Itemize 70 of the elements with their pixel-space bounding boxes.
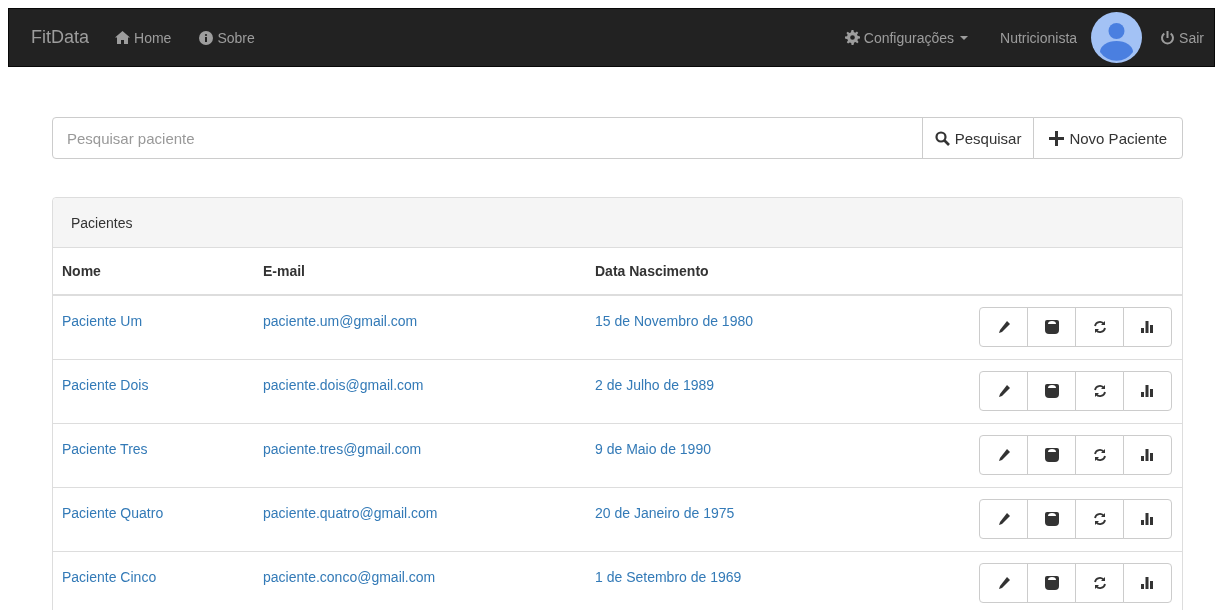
weigh-button[interactable] (1027, 307, 1076, 347)
chart-button[interactable] (1123, 563, 1172, 603)
search-icon (934, 130, 950, 146)
refresh-button[interactable] (1075, 563, 1124, 603)
email-link[interactable]: paciente.tres@gmail.com (263, 441, 422, 457)
refresh-icon (1092, 512, 1107, 526)
refresh-icon (1092, 384, 1107, 398)
scale-icon (1044, 576, 1059, 590)
email-link[interactable]: paciente.quatro@gmail.com (263, 505, 438, 521)
chart-button[interactable] (1123, 435, 1172, 475)
chart-button[interactable] (1123, 371, 1172, 411)
patient-name-link[interactable]: Paciente Quatro (62, 505, 164, 521)
pencil-icon (996, 512, 1011, 526)
scale-icon (1044, 448, 1059, 462)
pencil-icon (996, 448, 1011, 462)
patient-name-link[interactable]: Paciente Um (62, 313, 143, 329)
plus-icon (1049, 130, 1065, 146)
bar-chart-icon (1141, 449, 1154, 461)
bar-chart-icon (1141, 513, 1154, 525)
logout-link[interactable]: Sair (1160, 29, 1204, 46)
email-link[interactable]: paciente.dois@gmail.com (263, 377, 424, 393)
weigh-button[interactable] (1027, 371, 1076, 411)
power-icon (1160, 29, 1176, 46)
brand-link[interactable]: FitData (31, 27, 90, 48)
refresh-button[interactable] (1075, 499, 1124, 539)
column-header: Data Nascimento (595, 263, 710, 279)
email-link[interactable]: paciente.um@gmail.com (263, 313, 418, 329)
column-header: E-mail (263, 263, 306, 279)
patient-name-link[interactable]: Paciente Cinco (62, 569, 157, 585)
new-patient-button[interactable]: Novo Paciente (1033, 117, 1183, 159)
patient-name-link[interactable]: Paciente Dois (62, 377, 149, 393)
column-header: Nome (62, 263, 102, 279)
refresh-button[interactable] (1075, 371, 1124, 411)
weigh-button[interactable] (1027, 435, 1076, 475)
birth-date-link[interactable]: 1 de Setembro de 1969 (595, 569, 742, 585)
refresh-button[interactable] (1075, 435, 1124, 475)
scale-icon (1044, 384, 1059, 398)
birth-date-link[interactable]: 2 de Julho de 1989 (595, 377, 715, 393)
settings-dropdown[interactable]: Configurações (844, 29, 969, 46)
birth-date-link[interactable]: 9 de Maio de 1990 (595, 441, 711, 457)
refresh-icon (1092, 448, 1107, 462)
birth-date-link[interactable]: 20 de Janeiro de 1975 (595, 505, 735, 521)
scale-icon (1044, 320, 1059, 334)
avatar-icon[interactable] (1091, 12, 1143, 63)
bar-chart-icon (1141, 321, 1154, 333)
email-link[interactable]: paciente.conco@gmail.com (263, 569, 436, 585)
chart-button[interactable] (1123, 499, 1172, 539)
weigh-button[interactable] (1027, 563, 1076, 603)
search-field[interactable]: Pesquisar paciente (52, 117, 923, 159)
bar-chart-icon (1141, 385, 1154, 397)
user-role: Nutricionista (1000, 29, 1078, 46)
refresh-icon (1092, 576, 1107, 590)
nav-link[interactable]: Home (115, 29, 172, 46)
weigh-button[interactable] (1027, 499, 1076, 539)
pencil-icon (996, 384, 1011, 398)
pencil-icon (996, 320, 1011, 334)
home-icon (115, 31, 131, 44)
search-button[interactable]: Pesquisar (921, 117, 1035, 159)
scale-icon (1044, 512, 1059, 526)
birth-date-link[interactable]: 15 de Novembro de 1980 (595, 313, 753, 329)
panel-title: Pacientes (71, 214, 133, 231)
pencil-icon (996, 576, 1011, 590)
nav-link[interactable]: Sobre (199, 29, 255, 46)
refresh-button[interactable] (1075, 307, 1124, 347)
refresh-icon (1092, 320, 1107, 334)
info-icon (199, 30, 214, 45)
settings-icon (844, 30, 860, 45)
bar-chart-icon (1141, 577, 1154, 589)
patient-name-link[interactable]: Paciente Tres (62, 441, 148, 457)
chart-button[interactable] (1123, 307, 1172, 347)
